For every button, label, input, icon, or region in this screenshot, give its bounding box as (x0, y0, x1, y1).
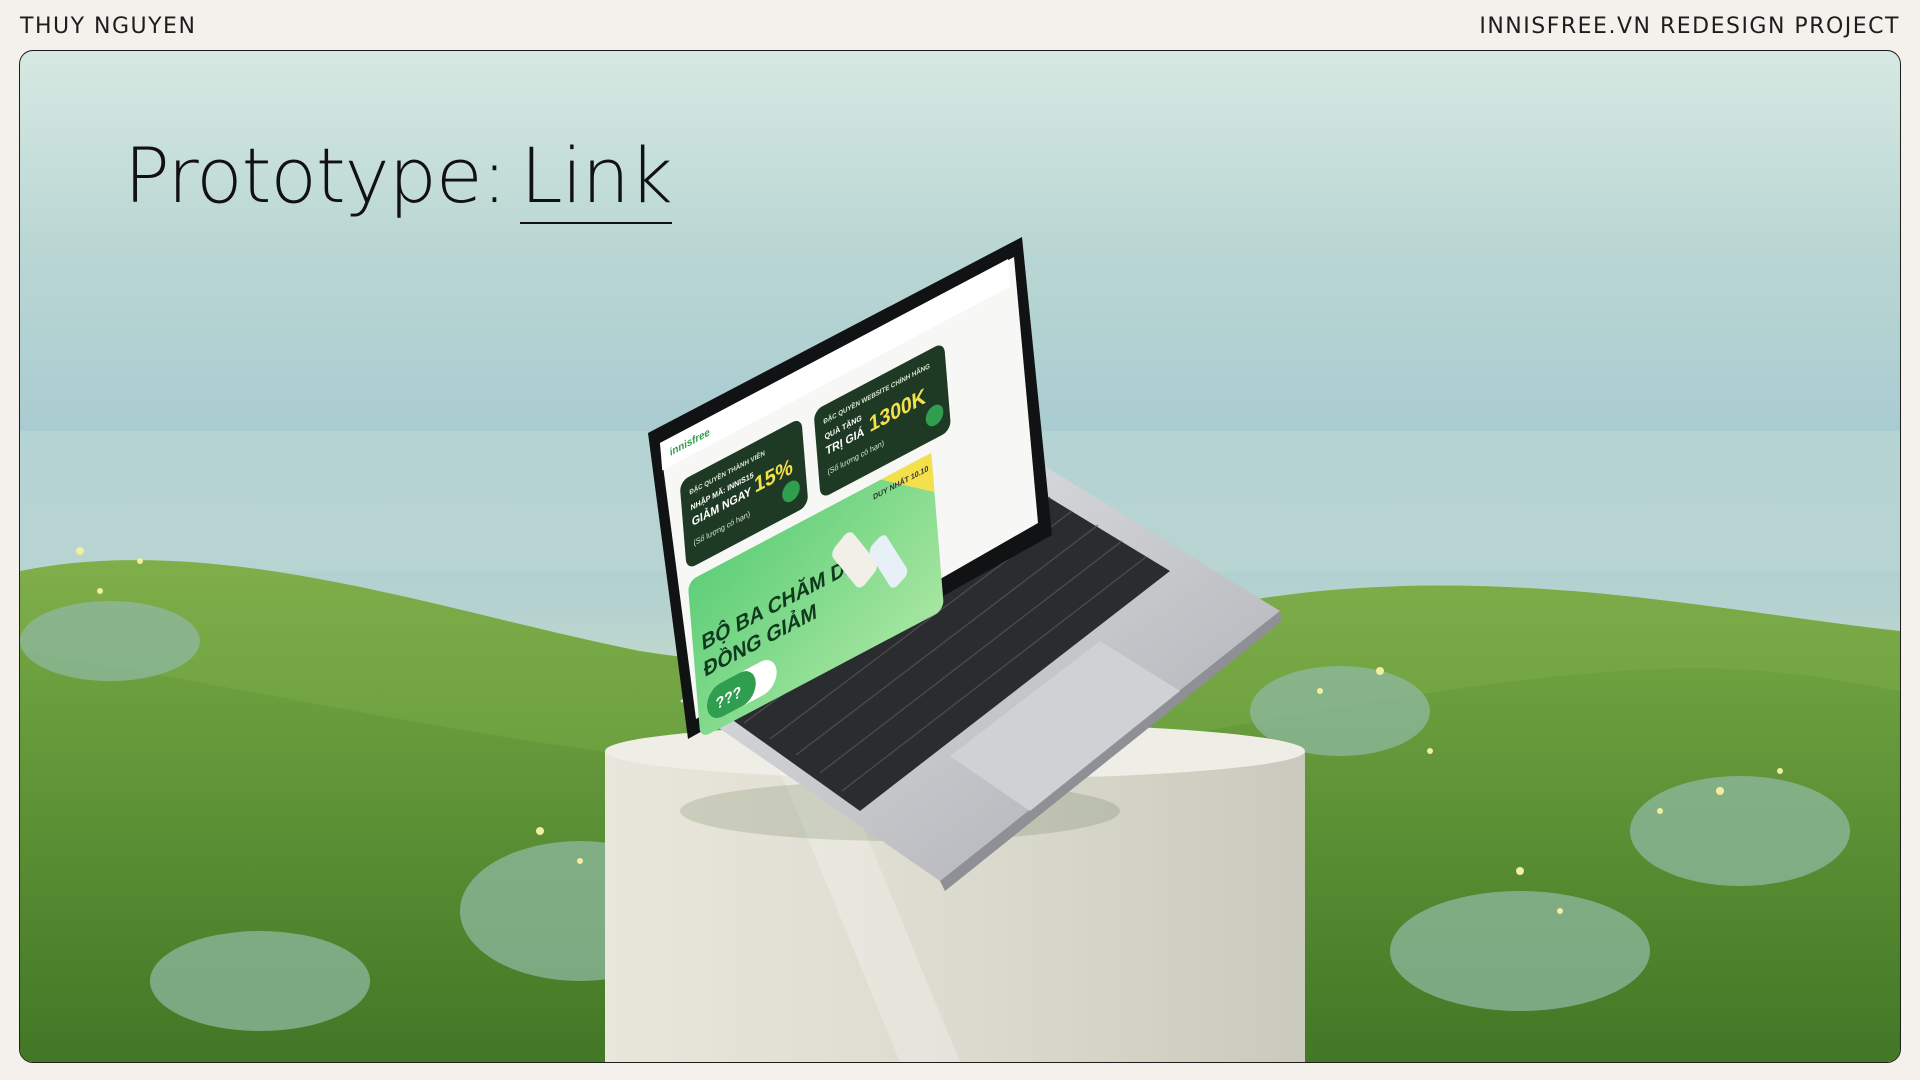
page-title: Prototype: Link (124, 131, 673, 224)
project-label: INNISFREE.VN REDESIGN PROJECT (1479, 14, 1900, 39)
title-prefix: Prototype: (124, 131, 507, 220)
hero-frame: innisfree ĐẶC QUYỀN THÀNH VIÊN NHẬP MÃ: … (19, 50, 1901, 1063)
prototype-link[interactable]: Link (520, 131, 673, 224)
author-label: THUY NGUYEN (20, 14, 197, 39)
